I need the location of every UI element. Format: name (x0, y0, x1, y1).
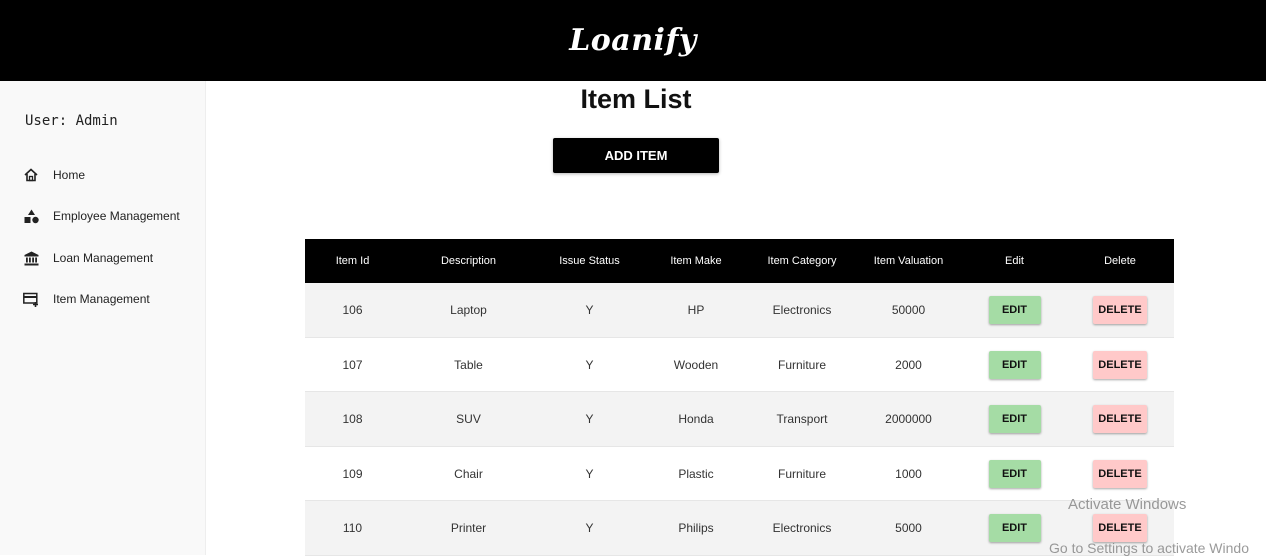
column-header: Edit (1005, 255, 1024, 267)
sidebar: User: Admin Home Employee Management Loa… (0, 81, 206, 555)
item-id-cell: 108 (342, 412, 363, 426)
delete-button[interactable]: DELETE (1093, 459, 1147, 488)
item-category-cell: Electronics (772, 521, 832, 535)
user-label: User: Admin (25, 113, 118, 129)
item-category-cell: Transport (776, 412, 828, 426)
delete-cell: DELETE (1066, 350, 1174, 379)
sidebar-item-item-management[interactable]: Item Management (22, 288, 202, 310)
sidebar-item-loan-management[interactable]: Loan Management (22, 247, 202, 269)
table-row: 108 SUV Y Honda Transport 2000000 EDIT D… (305, 392, 1174, 447)
item-make-cell: Honda (678, 412, 714, 426)
item-table: Item Id Description Issue Status Item Ma… (305, 239, 1174, 556)
sidebar-item-label: Item Management (53, 292, 150, 306)
item-make-cell: Plastic (678, 466, 714, 481)
sidebar-item-label: Home (53, 168, 86, 182)
delete-cell: DELETE (1066, 296, 1174, 324)
delete-cell: DELETE (1066, 459, 1174, 488)
delete-button[interactable]: DELETE (1093, 514, 1147, 542)
item-category-cell: Electronics (772, 303, 832, 317)
item-valuation-cell: 2000 (895, 357, 922, 372)
table-row: 107 Table Y Wooden Furniture 2000 EDIT D… (305, 338, 1174, 392)
table-row: 109 Chair Y Plastic Furniture 1000 EDIT … (305, 447, 1174, 501)
column-header: Item Make (670, 255, 722, 267)
issue-status-cell: Y (585, 412, 594, 426)
item-id-cell: 110 (342, 521, 363, 535)
edit-cell: EDIT (963, 514, 1066, 542)
edit-button[interactable]: EDIT (988, 405, 1041, 433)
item-valuation-cell: 1000 (895, 466, 922, 481)
edit-cell: EDIT (963, 459, 1066, 488)
column-header: Issue Status (559, 255, 620, 267)
issue-status-cell: Y (585, 357, 594, 372)
item-valuation-cell: 50000 (891, 303, 926, 317)
edit-cell: EDIT (963, 350, 1066, 379)
item-valuation-cell: 5000 (895, 521, 922, 535)
description-cell: Table (454, 357, 483, 372)
table-header: Item Id Description Issue Status Item Ma… (305, 239, 1174, 283)
item-id-cell: 109 (342, 466, 363, 481)
brand-logo: Loanify (569, 23, 697, 58)
item-id-cell: 106 (342, 303, 363, 317)
edit-cell: EDIT (963, 296, 1066, 324)
table-row: 110 Printer Y Philips Electronics 5000 E… (305, 501, 1174, 556)
add-item-button[interactable]: ADD ITEM (553, 138, 719, 173)
item-valuation-cell: 2000000 (885, 412, 932, 426)
column-header: Item Id (335, 255, 370, 267)
item-make-cell: Philips (678, 521, 714, 535)
delete-button[interactable]: DELETE (1093, 405, 1147, 433)
home-icon (22, 166, 40, 184)
shapes-icon (22, 207, 40, 225)
edit-button[interactable]: EDIT (988, 296, 1041, 324)
sidebar-item-label: Loan Management (53, 251, 154, 265)
edit-cell: EDIT (963, 405, 1066, 433)
sidebar-item-employee-management[interactable]: Employee Management (22, 205, 202, 227)
column-header: Delete (1104, 255, 1136, 267)
item-category-cell: Furniture (777, 357, 827, 372)
item-make-cell: HP (687, 303, 705, 317)
description-cell: Laptop (450, 303, 487, 317)
item-category-cell: Furniture (777, 466, 827, 481)
table-row: 106 Laptop Y HP Electronics 50000 EDIT D… (305, 283, 1174, 338)
issue-status-cell: Y (585, 466, 594, 481)
delete-cell: DELETE (1066, 514, 1174, 542)
bank-icon (22, 249, 40, 267)
card-add-icon (22, 290, 40, 308)
delete-cell: DELETE (1066, 405, 1174, 433)
activate-windows-subtitle: Go to Settings to activate Windo (1049, 540, 1249, 556)
app-header: Loanify (0, 0, 1266, 81)
column-header: Item Valuation (873, 255, 944, 267)
item-make-cell: Wooden (673, 357, 719, 372)
edit-button[interactable]: EDIT (988, 350, 1041, 379)
issue-status-cell: Y (585, 521, 594, 535)
description-cell: Printer (450, 521, 487, 535)
edit-button[interactable]: EDIT (988, 514, 1041, 542)
column-header: Item Category (767, 255, 837, 267)
description-cell: Chair (454, 466, 483, 481)
item-id-cell: 107 (342, 357, 363, 372)
description-cell: SUV (456, 412, 481, 426)
delete-button[interactable]: DELETE (1093, 296, 1147, 324)
issue-status-cell: Y (585, 303, 594, 317)
sidebar-item-label: Employee Management (53, 209, 180, 223)
column-header: Description (440, 255, 497, 267)
edit-button[interactable]: EDIT (988, 459, 1041, 488)
delete-button[interactable]: DELETE (1093, 350, 1147, 379)
page-title: Item List (580, 84, 692, 114)
sidebar-item-home[interactable]: Home (22, 164, 202, 186)
activate-windows-title: Activate Windows (1068, 496, 1187, 513)
